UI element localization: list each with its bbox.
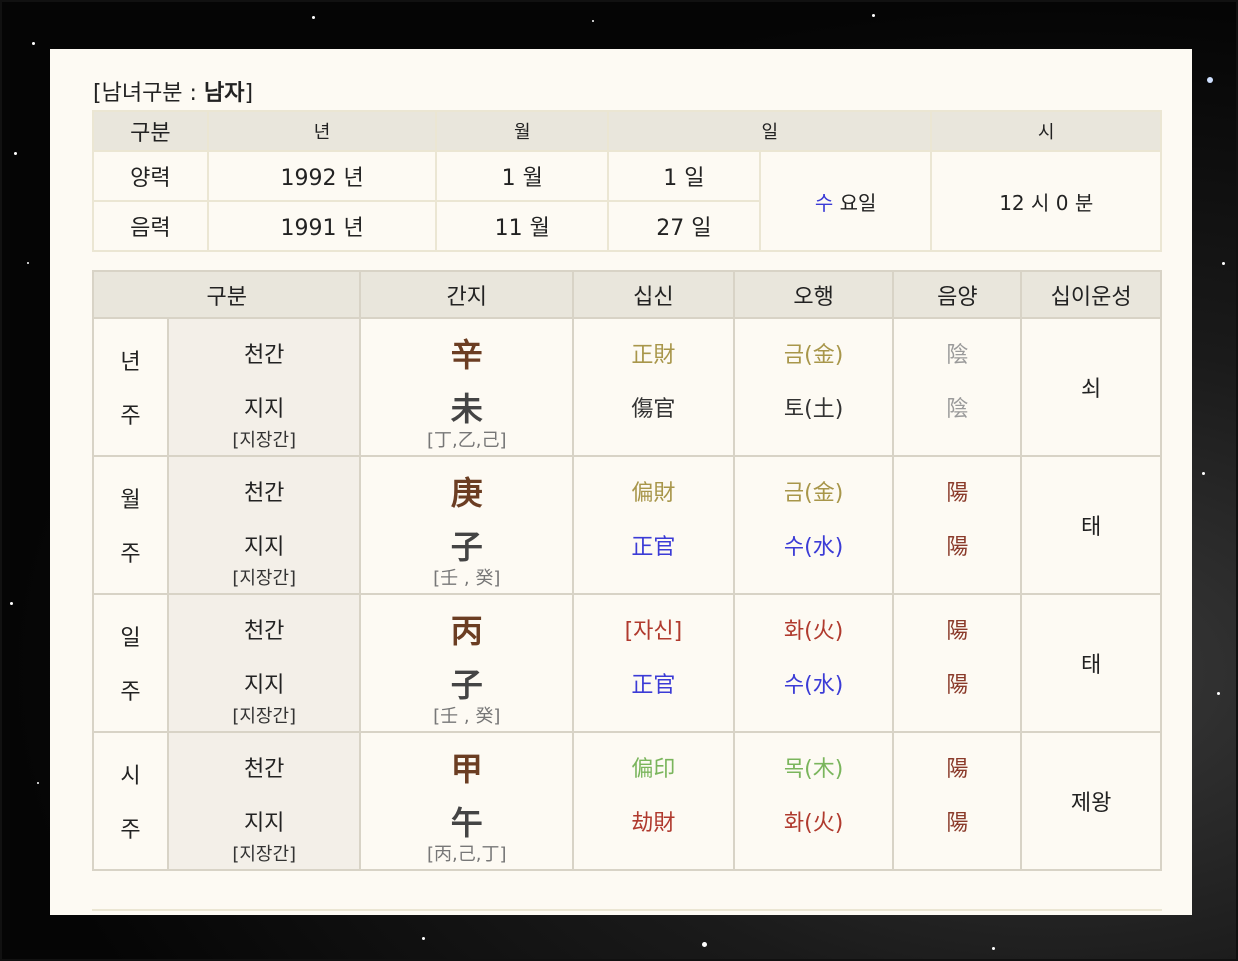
stem-element: 목(木) [783,757,844,782]
hidden-stems: [丙,己,丁] [427,844,507,865]
pillar-name: 년 [120,350,141,375]
stem-sipsin: 正財 [631,343,676,368]
stem-char: 丙 [450,612,483,650]
next-section-edge [92,909,1162,915]
lunar-month: 11 월 [435,200,610,252]
star-decoration [27,262,29,264]
header-hour: 시 [930,110,1162,152]
star-decoration [422,937,425,940]
stem-label: 천간 [243,343,285,368]
stem-element: 금(金) [783,343,844,368]
pillar-row-year: 년주 천간 지지 [지장간] 辛未 [丁,乙,己] 正財 傷官 금(金) 토(土) 陰陰 … [92,317,1162,457]
stem-char: 甲 [450,750,483,788]
stem-element: 금(金) [783,481,844,506]
pillar-name: 주 [120,680,141,705]
header-day: 일 [607,110,933,152]
star-decoration [37,782,39,784]
stem-label: 천간 [243,619,285,644]
stem-sipsin: [자신] [624,619,683,644]
header-sibiunseong: 십이운성 [1020,270,1162,319]
hidden-label: [지장간] [232,706,297,727]
star-decoration [312,16,315,19]
saju-panel: [남녀구분 : 남자] 구분 년 월 일 시 양력 1992 년 1 월 1 일… [50,49,1192,915]
gender-value: 남자 [203,81,245,106]
pillar-row-month: 월주 천간 지지 [지장간] 庚子 [壬 , 癸] 偏財 正官 금(金) 수(水) 陽陽 … [92,455,1162,595]
solar-label: 양력 [92,150,209,202]
header-month: 월 [435,110,610,152]
weekday: 수 요일 [758,150,933,252]
hidden-label: [지장간] [232,430,297,451]
stem-label: 천간 [243,481,285,506]
stem-yinyang: 陽 [946,757,969,782]
header-ganji: 간지 [359,270,575,319]
pillar-name: 시 [120,764,141,789]
solar-day: 1 일 [607,150,761,202]
pillar-name: 주 [120,818,141,843]
stem-sipsin: 偏財 [631,481,676,506]
lunar-label: 음력 [92,200,209,252]
star-decoration [10,602,13,605]
twelve-stage: 태 [1020,455,1162,595]
stem-char: 庚 [450,474,483,512]
stem-label: 천간 [243,757,285,782]
calendar-table: 구분 년 월 일 시 양력 1992 년 1 월 1 일 수 요일 12 시 0… [92,110,1162,252]
header-eumyang: 음양 [892,270,1023,319]
stem-element: 화(火) [783,619,844,644]
lunar-year: 1991 년 [206,200,438,252]
star-decoration [1207,77,1213,83]
pillar-name: 주 [120,404,141,429]
star-decoration [992,947,995,950]
header-year: 년 [206,110,438,152]
star-decoration [702,942,707,947]
pillar-name: 월 [120,488,141,513]
star-decoration [1222,262,1225,265]
twelve-stage: 태 [1020,593,1162,733]
pillar-row-day: 일주 천간 지지 [지장간] 丙子 [壬 , 癸] [자신] 正官 화(火) 수(水) 陽… [92,593,1162,733]
pillars-table: 구분 간지 십신 오행 음양 십이운성 년주 천간 지지 [지장간] 辛未 [丁,乙,… [91,270,1162,871]
header-category: 구분 [91,270,362,319]
twelve-stage: 제왕 [1020,731,1162,871]
birth-time: 12 시 0 분 [930,150,1162,252]
star-decoration [592,20,594,22]
pillar-name: 일 [120,626,141,651]
pillar-row-hour: 시주 천간 지지 [지장간] 甲午 [丙,己,丁] 偏印 劫財 목(木) 화(火) 陽陽 … [92,731,1162,871]
star-decoration [14,152,17,155]
header-sipsin: 십신 [572,270,735,319]
star-decoration [1202,472,1205,475]
stem-sipsin: 偏印 [631,757,676,782]
hidden-stems: [壬 , 癸] [433,568,501,589]
hidden-stems: [丁,乙,己] [427,430,507,451]
solar-month: 1 월 [435,150,610,202]
star-decoration [32,42,35,45]
twelve-stage: 쇠 [1020,317,1162,457]
header-category: 구분 [92,110,209,152]
header-ohaeng: 오행 [732,270,895,319]
gender-label: [남녀구분 : 남자] [93,81,254,106]
stem-yinyang: 陽 [946,481,969,506]
stem-char: 辛 [450,336,483,374]
hidden-stems: [壬 , 癸] [433,706,501,727]
stem-yinyang: 陰 [946,343,969,368]
lunar-day: 27 일 [607,200,761,252]
stem-yinyang: 陽 [946,619,969,644]
pillar-name: 주 [120,542,141,567]
star-decoration [872,14,875,17]
hidden-label: [지장간] [232,844,297,865]
star-decoration [1217,692,1220,695]
solar-year: 1992 년 [206,150,438,202]
hidden-label: [지장간] [232,568,297,589]
